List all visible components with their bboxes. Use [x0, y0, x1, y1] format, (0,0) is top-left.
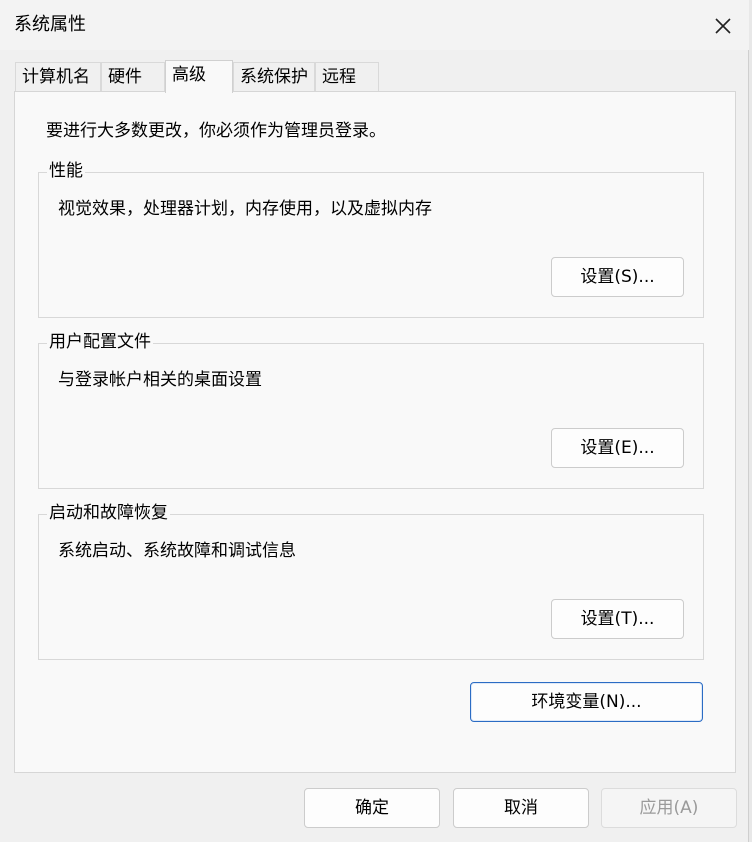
tab-system-protection[interactable]: 系统保护	[233, 62, 315, 92]
window-title: 系统属性	[14, 14, 86, 35]
performance-description: 视觉效果，处理器计划，内存使用，以及虚拟内存	[58, 199, 432, 219]
startup-recovery-group-label: 启动和故障恢复	[47, 501, 170, 525]
advanced-tab-page: 要进行大多数更改，你必须作为管理员登录。 性能 视觉效果，处理器计划，内存使用，…	[14, 91, 736, 773]
admin-note: 要进行大多数更改，你必须作为管理员登录。	[46, 121, 386, 141]
tab-advanced[interactable]: 高级	[165, 60, 233, 93]
user-profiles-group: 用户配置文件 与登录帐户相关的桌面设置 设置(E)...	[38, 330, 704, 489]
startup-recovery-group: 启动和故障恢复 系统启动、系统故障和调试信息 设置(T)...	[38, 501, 704, 660]
tab-computer-name[interactable]: 计算机名	[15, 62, 101, 92]
close-icon	[715, 18, 731, 34]
ok-button[interactable]: 确定	[304, 788, 440, 828]
apply-button[interactable]: 应用(A)	[601, 788, 737, 828]
user-profiles-group-label: 用户配置文件	[47, 330, 153, 354]
user-profiles-description: 与登录帐户相关的桌面设置	[58, 370, 262, 390]
startup-recovery-description: 系统启动、系统故障和调试信息	[58, 541, 296, 561]
performance-settings-button[interactable]: 设置(S)...	[551, 257, 684, 297]
environment-variables-button[interactable]: 环境变量(N)...	[470, 682, 703, 722]
title-bar: 系统属性	[0, 0, 749, 50]
system-properties-dialog: 系统属性 计算机名 硬件 高级 系统保护 远程 要进行大多数更改，你必须作为管理…	[0, 0, 749, 842]
startup-recovery-settings-button[interactable]: 设置(T)...	[551, 599, 684, 639]
cancel-button[interactable]: 取消	[453, 788, 589, 828]
performance-group-label: 性能	[47, 159, 85, 183]
tab-hardware[interactable]: 硬件	[101, 62, 165, 92]
close-button[interactable]	[700, 6, 746, 46]
tab-remote[interactable]: 远程	[315, 62, 379, 92]
performance-group: 性能 视觉效果，处理器计划，内存使用，以及虚拟内存 设置(S)...	[38, 159, 704, 318]
user-profiles-settings-button[interactable]: 设置(E)...	[551, 428, 684, 468]
